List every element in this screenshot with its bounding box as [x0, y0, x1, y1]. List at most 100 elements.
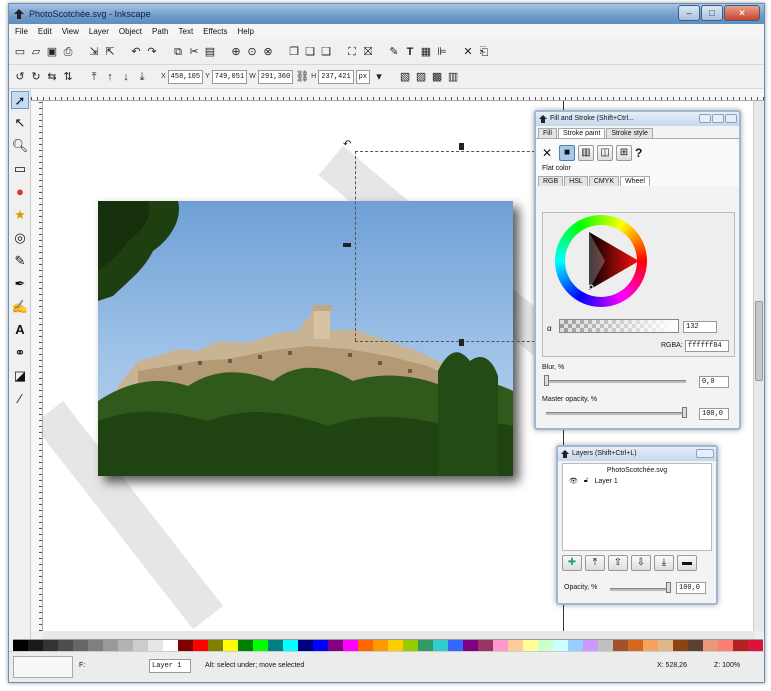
align-distribute-icon[interactable]: ⊫ — [435, 45, 449, 59]
menu-text[interactable]: Text — [179, 27, 194, 36]
close-button[interactable]: ✕ — [724, 5, 760, 21]
clone-icon[interactable]: ❏ — [303, 45, 317, 59]
opacity-slider[interactable] — [546, 412, 686, 415]
palette-swatch[interactable] — [403, 640, 418, 651]
unlink-clone-icon[interactable]: ❑ — [319, 45, 333, 59]
palette-swatch[interactable] — [328, 640, 343, 651]
layer-opacity-slider[interactable] — [610, 588, 668, 591]
save-icon[interactable]: ▣ — [45, 45, 59, 59]
tab-fill[interactable]: Fill — [538, 128, 557, 138]
alpha-slider[interactable] — [559, 319, 679, 333]
palette-swatch[interactable] — [388, 640, 403, 651]
layers-titlebar[interactable]: Layers (Shift+Ctrl+L) — [558, 447, 716, 461]
tab-rgb[interactable]: RGB — [538, 176, 564, 186]
calligraphy-tool-icon[interactable]: ✍ — [11, 298, 29, 316]
lower-icon[interactable]: ↓ — [119, 70, 133, 84]
dropper-tool-icon[interactable]: ⁄ — [11, 390, 29, 408]
blur-slider-thumb[interactable] — [544, 375, 549, 386]
palette-swatch[interactable] — [103, 640, 118, 651]
flip-horizontal-icon[interactable]: ⇆ — [45, 70, 59, 84]
palette-swatch[interactable] — [478, 640, 493, 651]
print-icon[interactable]: ⎙ — [61, 45, 75, 59]
transform-gradients-icon[interactable]: ▩ — [430, 70, 444, 84]
palette-swatch[interactable] — [688, 640, 703, 651]
new-document-icon[interactable]: ▭ — [13, 45, 27, 59]
title-bar[interactable]: PhotoScotchée.svg - Inkscape – □ ✕ — [9, 4, 764, 24]
palette-swatch[interactable] — [28, 640, 43, 651]
horizontal-ruler[interactable] — [31, 89, 764, 101]
layer-opacity-thumb[interactable] — [666, 582, 671, 593]
w-field[interactable]: 291,360 — [257, 69, 294, 84]
alpha-value-field[interactable]: 132 — [683, 321, 717, 333]
palette-swatch[interactable] — [418, 640, 433, 651]
palette-swatch[interactable] — [208, 640, 223, 651]
zoom-level[interactable]: Z: 100% — [714, 662, 740, 669]
palette-swatch[interactable] — [253, 640, 268, 651]
tab-hsl[interactable]: HSL — [564, 176, 588, 186]
lock-proportions-icon[interactable]: ⛓ — [295, 70, 309, 84]
duplicate-icon[interactable]: ❐ — [287, 45, 301, 59]
text-tool-icon[interactable]: A — [11, 321, 29, 339]
palette-swatch[interactable] — [733, 640, 748, 651]
group-icon[interactable]: ⛶ — [345, 45, 359, 59]
palette-swatch[interactable] — [178, 640, 193, 651]
x-field[interactable]: 458,105 — [167, 69, 204, 84]
lower-bottom-icon[interactable]: ⤓ — [135, 70, 149, 84]
redo-icon[interactable]: ↷ — [145, 45, 159, 59]
rotate-cw-icon[interactable]: ↻ — [29, 70, 43, 84]
scale-handle-bottom[interactable] — [459, 339, 464, 346]
paste-icon[interactable]: ▤ — [203, 45, 217, 59]
tab-stroke-style[interactable]: Stroke style — [606, 128, 653, 138]
dialog-minimize-button[interactable] — [699, 114, 711, 123]
palette-swatch[interactable] — [298, 640, 313, 651]
menu-effects[interactable]: Effects — [203, 27, 227, 36]
fill-stroke-titlebar[interactable]: Fill and Stroke (Shift+Ctrl... — [536, 112, 739, 126]
palette-swatch[interactable] — [163, 640, 178, 651]
zoom-selection-icon[interactable]: ⊕ — [229, 45, 243, 59]
pencil-tool-icon[interactable]: ✎ — [11, 252, 29, 270]
horizontal-scrollbar[interactable] — [43, 631, 755, 639]
palette-swatch[interactable] — [118, 640, 133, 651]
maximize-button[interactable]: □ — [701, 5, 723, 21]
scale-stroke-icon[interactable]: ▧ — [398, 70, 412, 84]
raise-layer-button[interactable]: ⇧ — [608, 555, 628, 571]
palette-swatch[interactable] — [223, 640, 238, 651]
palette-swatch[interactable] — [358, 640, 373, 651]
ungroup-icon[interactable]: ⛝ — [361, 45, 375, 59]
fill-stroke-icon[interactable]: ✎ — [387, 45, 401, 59]
preferences-icon[interactable]: ✕ — [461, 45, 475, 59]
layers-close-button[interactable] — [696, 449, 714, 458]
palette-swatch[interactable] — [628, 640, 643, 651]
raise-top-icon[interactable]: ⤒ — [87, 70, 101, 84]
open-file-icon[interactable]: ▱ — [29, 45, 43, 59]
palette-swatch[interactable] — [673, 640, 688, 651]
rotate-ccw-icon[interactable]: ↺ — [13, 70, 27, 84]
palette-swatch[interactable] — [373, 640, 388, 651]
layer-name[interactable]: Layer 1 — [594, 478, 617, 485]
lock-icon[interactable]: 🔓︎ — [584, 477, 589, 485]
pattern-button[interactable]: ⊞ — [616, 145, 632, 161]
opacity-value-field[interactable]: 100,0 — [699, 408, 729, 420]
menu-help[interactable]: Help — [237, 27, 253, 36]
document-properties-icon[interactable]: ⎗ — [477, 45, 491, 59]
chevron-down-icon[interactable]: ▾ — [372, 70, 386, 84]
palette-swatch[interactable] — [73, 640, 88, 651]
current-layer-select[interactable]: Layer 1 — [149, 659, 191, 673]
palette-swatch[interactable] — [493, 640, 508, 651]
raise-icon[interactable]: ↑ — [103, 70, 117, 84]
lower-layer-button[interactable]: ⇩ — [631, 555, 651, 571]
layer-row[interactable]: 👁︎ 🔓︎ Layer 1 — [563, 474, 711, 488]
minimize-button[interactable]: – — [678, 5, 700, 21]
palette-swatch[interactable] — [658, 640, 673, 651]
palette-swatch[interactable] — [313, 640, 328, 651]
menu-layer[interactable]: Layer — [89, 27, 109, 36]
gradient-tool-icon[interactable]: ◪ — [11, 367, 29, 385]
palette-swatch[interactable] — [613, 640, 628, 651]
flat-color-button[interactable]: ■ — [559, 145, 575, 161]
selector-tool-icon[interactable]: ➚ — [11, 91, 29, 109]
linear-gradient-button[interactable]: ▥ — [578, 145, 594, 161]
vertical-scrollbar[interactable] — [753, 101, 764, 631]
palette-swatch[interactable] — [343, 640, 358, 651]
vertical-ruler[interactable] — [31, 101, 43, 631]
blur-value-field[interactable]: 0,0 — [699, 376, 729, 388]
